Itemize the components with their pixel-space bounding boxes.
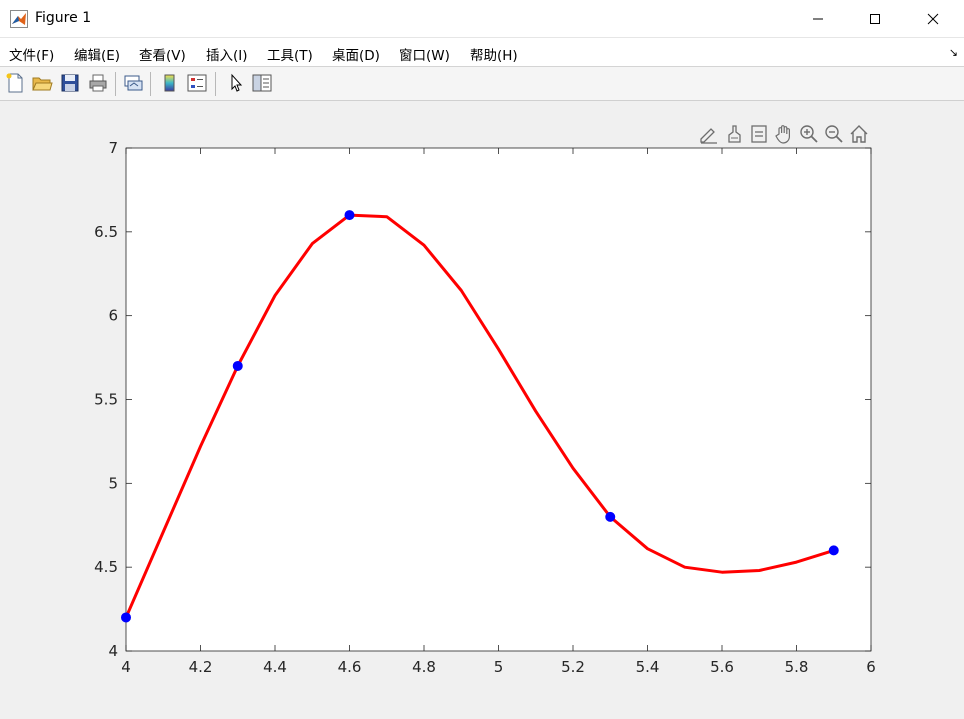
x-tick-label: 4.6 bbox=[338, 658, 362, 676]
menu-bar: 文件(F) 编辑(E) 查看(V) 插入(I) 工具(T) 桌面(D) 窗口(W… bbox=[0, 38, 964, 67]
legend-icon[interactable] bbox=[186, 72, 208, 94]
menu-window[interactable]: 窗口(W) bbox=[399, 44, 450, 64]
data-point-marker[interactable] bbox=[344, 210, 355, 221]
data-point-marker[interactable] bbox=[828, 545, 839, 556]
y-tick-label: 7 bbox=[108, 139, 118, 157]
minimize-button[interactable] bbox=[789, 0, 847, 38]
menu-help[interactable]: 帮助(H) bbox=[470, 44, 518, 64]
x-tick-label: 4.8 bbox=[412, 658, 436, 676]
x-tick-label: 5.4 bbox=[636, 658, 660, 676]
menu-view[interactable]: 查看(V) bbox=[139, 44, 186, 64]
y-tick-label: 6.5 bbox=[94, 223, 118, 241]
menu-tools[interactable]: 工具(T) bbox=[267, 44, 313, 64]
x-tick-label: 4 bbox=[121, 658, 131, 676]
menu-file[interactable]: 文件(F) bbox=[9, 44, 54, 64]
menu-edit[interactable]: 编辑(E) bbox=[74, 44, 120, 64]
title-bar: Figure 1 bbox=[0, 0, 964, 38]
x-tick-label: 5 bbox=[494, 658, 504, 676]
link-plot-icon[interactable] bbox=[122, 72, 144, 94]
x-tick-label: 4.2 bbox=[189, 658, 213, 676]
plot-axes[interactable]: 4 4.2 4.4 4.6 4.8 5 5.2 5.4 5.6 5.8 6 4 4.5 5 5.5 6 6.5 7 bbox=[0, 101, 964, 719]
menu-desktop[interactable]: 桌面(D) bbox=[332, 44, 380, 64]
data-point-marker[interactable] bbox=[605, 511, 616, 522]
property-inspector-icon[interactable] bbox=[251, 72, 273, 94]
figure-canvas: 4 4.2 4.4 4.6 4.8 5 5.2 5.4 5.6 5.8 6 4 4.5 5 5.5 6 6.5 7 bbox=[0, 101, 964, 719]
matlab-logo-icon bbox=[10, 10, 28, 28]
y-tick-label: 5.5 bbox=[94, 391, 118, 409]
menu-insert[interactable]: 插入(I) bbox=[206, 44, 248, 64]
dock-arrow-icon[interactable]: ↘ bbox=[949, 46, 958, 59]
y-tick-label: 4.5 bbox=[94, 558, 118, 576]
figure-toolbar bbox=[0, 67, 964, 101]
window-title: Figure 1 bbox=[35, 10, 92, 26]
close-button[interactable] bbox=[904, 0, 962, 38]
maximize-button[interactable] bbox=[846, 0, 904, 38]
close-icon bbox=[927, 13, 939, 25]
print-icon[interactable] bbox=[87, 72, 109, 94]
data-point-marker[interactable] bbox=[232, 360, 243, 371]
y-tick-label: 6 bbox=[108, 307, 118, 325]
x-tick-label: 4.4 bbox=[263, 658, 287, 676]
y-tick-label: 5 bbox=[108, 474, 118, 492]
data-point-marker[interactable] bbox=[121, 612, 131, 623]
pointer-icon[interactable] bbox=[225, 72, 247, 94]
new-figure-icon[interactable] bbox=[4, 72, 26, 94]
toolbar-separator bbox=[115, 72, 116, 96]
x-tick-label: 5.6 bbox=[710, 658, 734, 676]
open-file-icon[interactable] bbox=[31, 72, 53, 94]
minimize-icon bbox=[813, 18, 823, 20]
axes-box bbox=[125, 147, 872, 652]
x-tick-label: 6 bbox=[866, 658, 876, 676]
y-tick-label: 4 bbox=[108, 642, 118, 660]
colorbar-icon[interactable] bbox=[159, 72, 181, 94]
x-tick-label: 5.8 bbox=[785, 658, 809, 676]
save-icon[interactable] bbox=[59, 72, 81, 94]
x-tick-label: 5.2 bbox=[561, 658, 585, 676]
toolbar-separator bbox=[215, 72, 216, 96]
toolbar-separator bbox=[150, 72, 151, 96]
maximize-icon bbox=[870, 14, 880, 24]
